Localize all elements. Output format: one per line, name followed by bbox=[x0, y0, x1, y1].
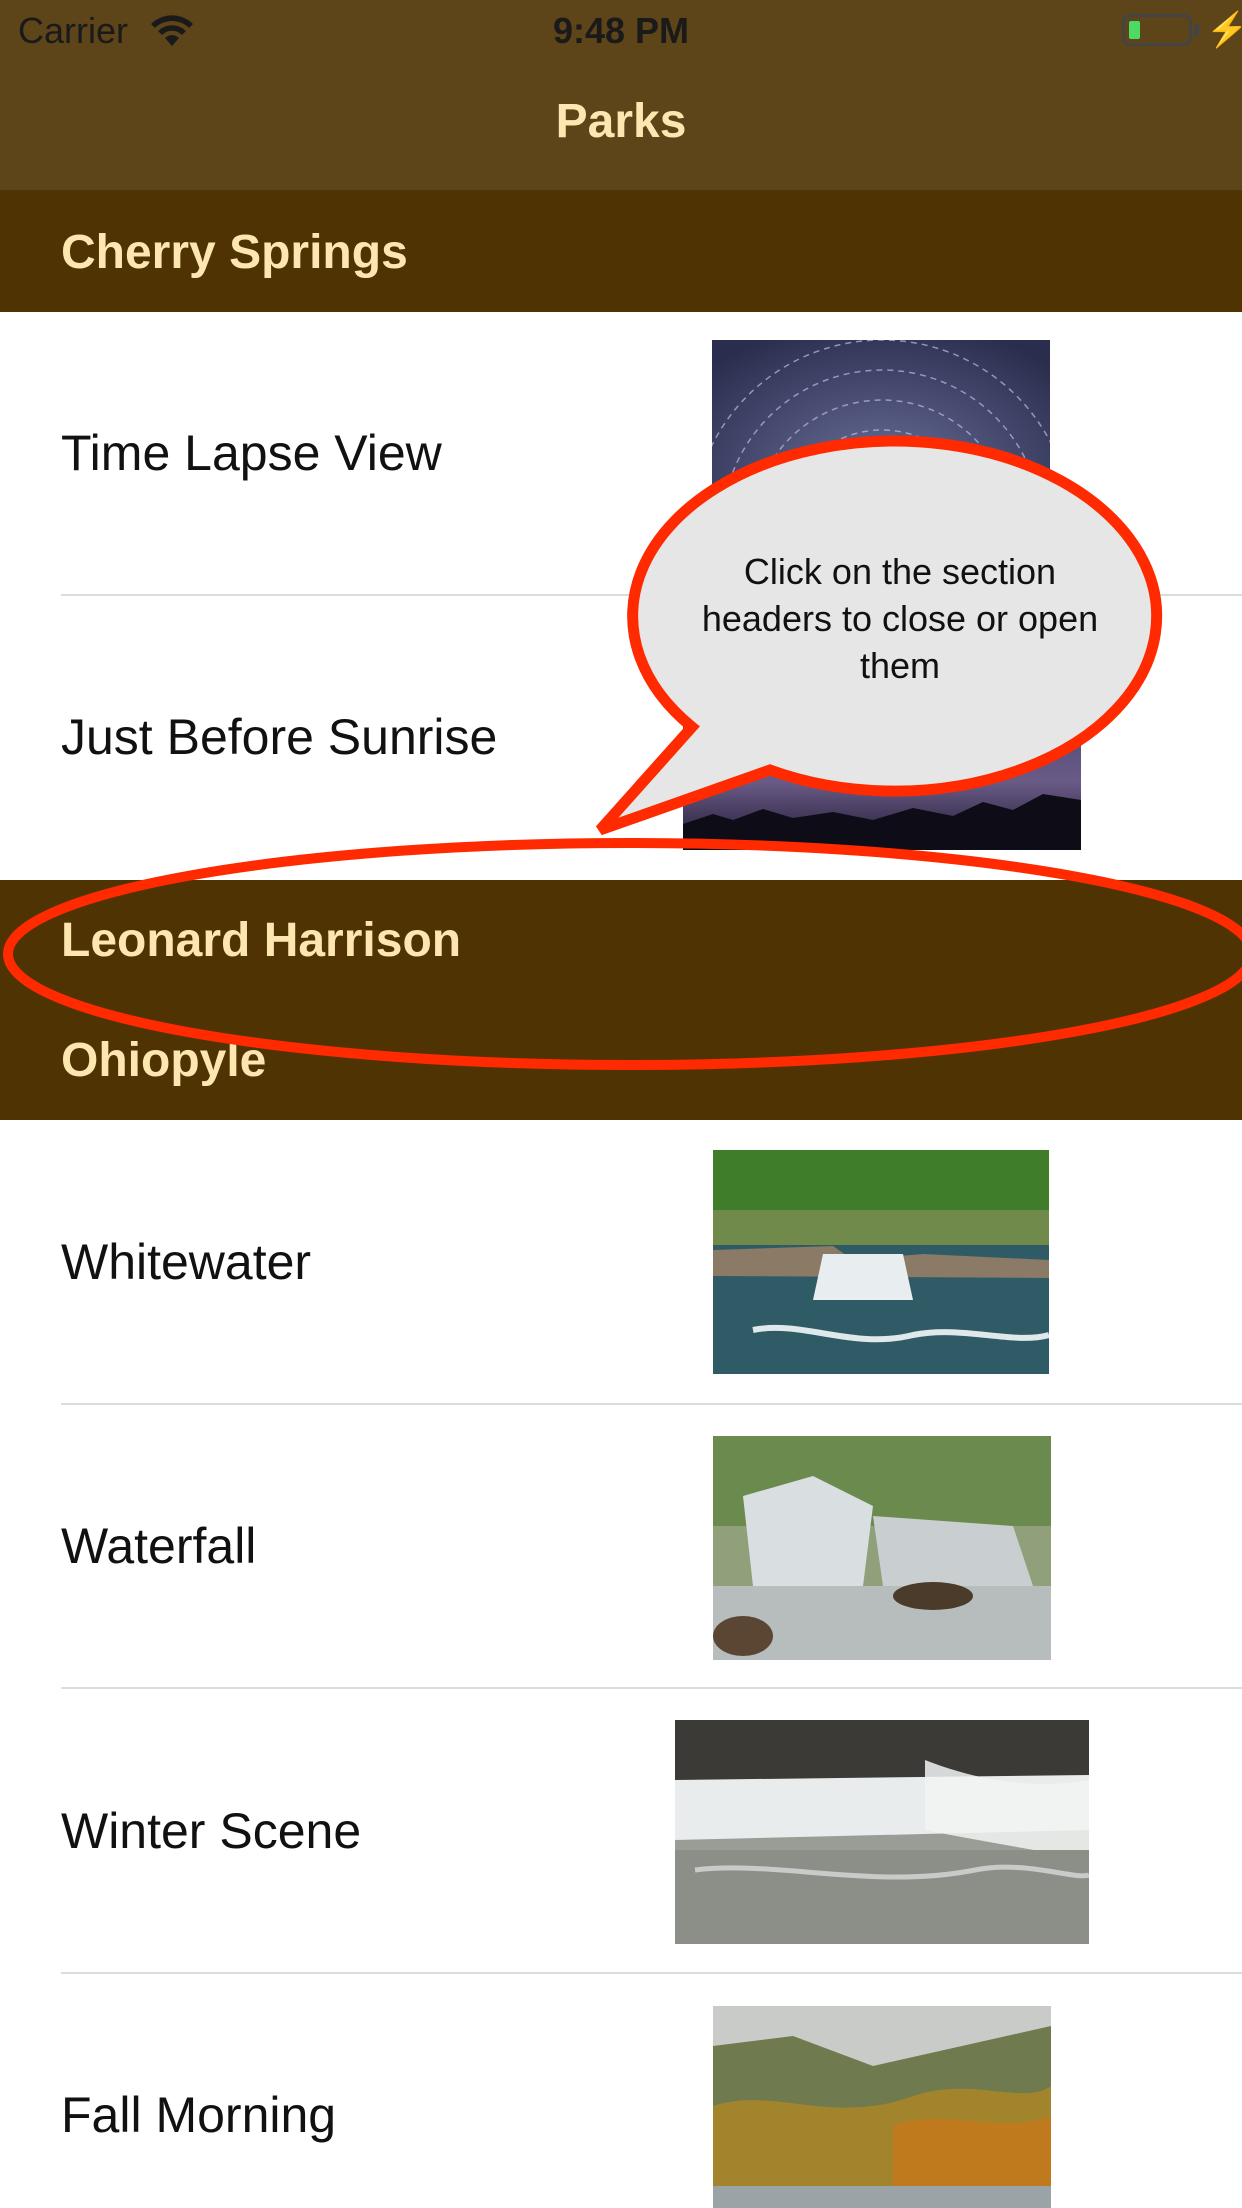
section-header-label: Cherry Springs bbox=[61, 226, 408, 279]
section-header-label: Ohiopyle bbox=[61, 1034, 267, 1087]
whitewater-falls-photo bbox=[713, 1150, 1049, 1374]
callout-text: Click on the section headers to close or… bbox=[701, 551, 1099, 686]
status-bar: Carrier 9:48 PM ⚡ bbox=[0, 0, 1242, 62]
section-header-label: Leonard Harrison bbox=[61, 914, 462, 967]
row-separator bbox=[61, 1687, 1242, 1689]
list-item[interactable]: Fall Morning bbox=[0, 1974, 1242, 2208]
battery-cap bbox=[1194, 24, 1199, 36]
battery-icon bbox=[1122, 14, 1192, 46]
navigation-bar: Parks bbox=[0, 62, 1242, 191]
list-item[interactable]: Winter Scene bbox=[0, 1690, 1242, 1974]
row-label: Time Lapse View bbox=[61, 425, 442, 481]
autumn-valley-photo bbox=[713, 2006, 1051, 2208]
page-title: Parks bbox=[555, 95, 687, 148]
forest-waterfall-photo bbox=[713, 1436, 1051, 1660]
row-label: Waterfall bbox=[61, 1518, 257, 1574]
row-label: Whitewater bbox=[61, 1234, 312, 1290]
row-label: Winter Scene bbox=[61, 1803, 362, 1859]
section-header-leonard-harrison[interactable]: Leonard Harrison bbox=[0, 880, 1242, 1000]
charging-bolt-icon: ⚡ bbox=[1206, 11, 1242, 49]
list-item[interactable]: Whitewater bbox=[0, 1121, 1242, 1405]
list-item[interactable]: Waterfall bbox=[0, 1405, 1242, 1689]
star-trails-photo bbox=[712, 340, 1050, 566]
clock: 9:48 PM bbox=[552, 10, 690, 51]
snowy-river-photo bbox=[675, 1720, 1089, 1944]
row-label: Just Before Sunrise bbox=[61, 709, 498, 765]
section-header-ohiopyle[interactable]: Ohiopyle bbox=[0, 1000, 1242, 1120]
section-header-cherry-springs[interactable]: Cherry Springs bbox=[0, 191, 1242, 312]
row-label: Fall Morning bbox=[61, 2087, 337, 2143]
